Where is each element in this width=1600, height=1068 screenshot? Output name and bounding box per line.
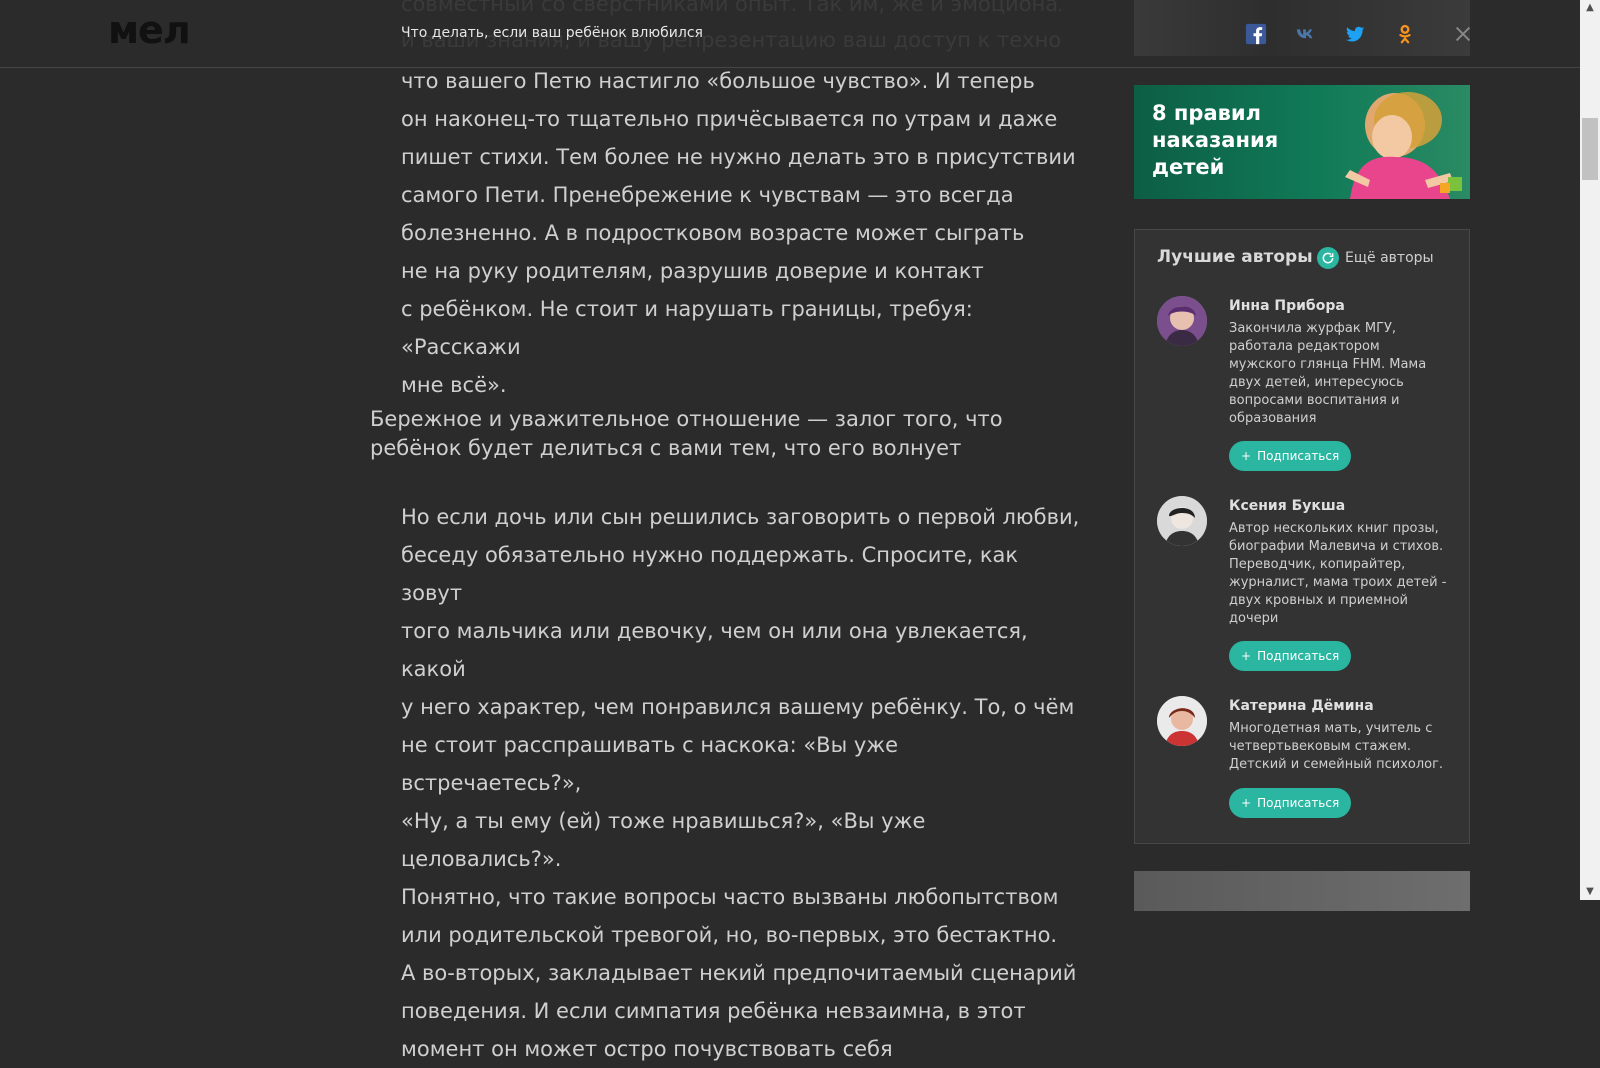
refresh-icon [1317,247,1339,269]
site-logo[interactable]: мел [108,8,191,52]
author-bio: Автор нескольких книг прозы, биографии М… [1229,521,1447,626]
subscribe-label: Подписаться [1257,649,1340,663]
avatar[interactable] [1157,296,1207,346]
more-authors-label: Ещё авторы [1345,250,1434,266]
close-icon[interactable] [1451,22,1475,46]
scrolled-text-ghost: совместный со сверстниками опыт. Так им,… [401,0,1061,16]
scrollbar-thumb[interactable] [1582,118,1598,180]
author-bio: Закончила журфак МГУ, работала редакторо… [1229,321,1427,426]
promo-banner[interactable]: 8 правил наказания детей [1134,85,1470,199]
author-name[interactable]: Ксения Букша [1229,498,1345,514]
plus-icon: + [1241,796,1252,810]
next-promo-card[interactable] [1134,871,1470,911]
odnoklassniki-icon[interactable] [1393,22,1417,46]
plus-icon: + [1241,649,1252,663]
author-bio: Многодетная мать, учитель с четвертьвеко… [1229,721,1444,772]
subscribe-button[interactable]: + Подписаться [1229,441,1352,471]
scroll-up-icon[interactable]: ▲ [1580,0,1600,16]
best-authors-title: Лучшие авторы [1157,247,1313,267]
page-scrollbar[interactable]: ▲ ▼ [1580,0,1600,900]
promo-child-image [1345,92,1462,199]
article-body-top: что вашего Петю настигло «большое чувств… [401,62,1081,404]
scroll-down-icon[interactable]: ▼ [1580,884,1600,900]
author-name[interactable]: Инна Прибора [1229,298,1345,314]
plus-icon: + [1241,449,1252,463]
subscribe-label: Подписаться [1257,449,1340,463]
vk-icon[interactable] [1294,22,1318,46]
article-title: Что делать, если ваш ребёнок влюбился [401,25,703,41]
promo-banner-text: 8 правил наказания детей [1152,101,1279,179]
subscribe-button[interactable]: + Подписаться [1229,641,1352,671]
facebook-icon[interactable] [1244,22,1268,46]
more-authors-link[interactable]: Ещё авторы [1317,247,1434,269]
avatar[interactable] [1157,496,1207,546]
article-quote: Бережное и уважительное отношение — зало… [370,407,1003,460]
twitter-icon[interactable] [1343,22,1367,46]
avatar[interactable] [1157,696,1207,746]
article-paragraph: что вашего Петю настигло «большое чувств… [401,69,1076,397]
subscribe-button[interactable]: + Подписаться [1229,788,1352,818]
subscribe-label: Подписаться [1257,796,1340,810]
author-name[interactable]: Катерина Дёмина [1229,698,1374,714]
article-paragraph: Но если дочь или сын решились заговорить… [401,505,1080,1061]
best-authors-panel: Лучшие авторы Ещё авторы Инна Прибора За… [1134,229,1470,844]
top-header: совместный со сверстниками опыт. Так им,… [0,0,1580,68]
